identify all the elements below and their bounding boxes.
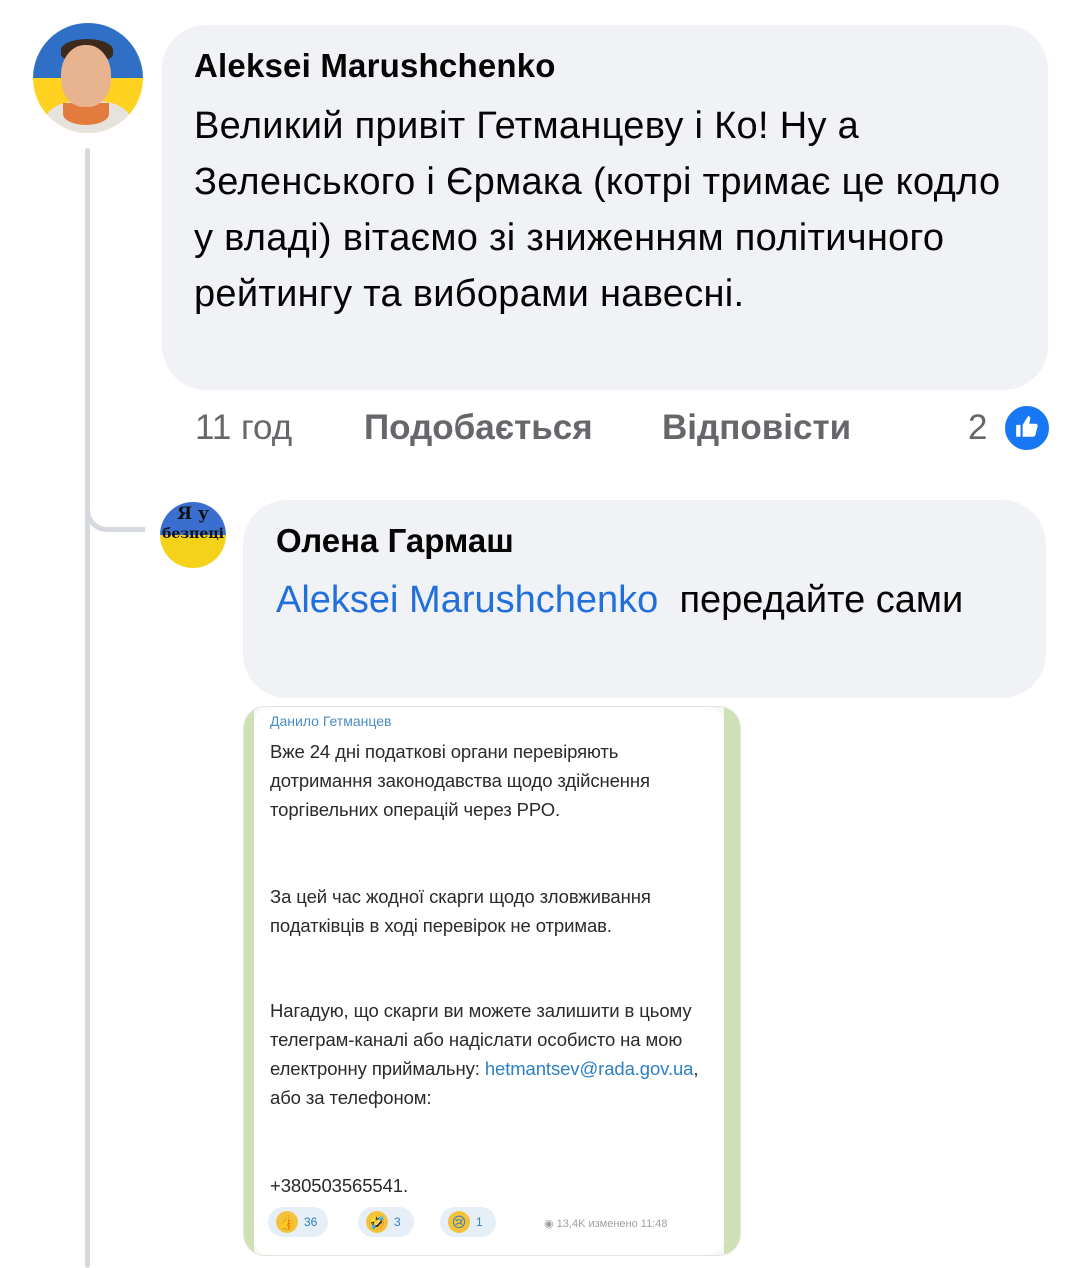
edited-label: изменено 11:48 <box>588 1218 668 1230</box>
avatar-text-line1: Я у <box>177 504 209 524</box>
telegram-meta: ◉ 13,4K изменено 11:48 <box>544 1217 668 1230</box>
reaction-count[interactable]: 2 <box>968 408 987 448</box>
thread-line <box>85 148 90 1268</box>
telegram-email-link: hetmantsev@rada.gov.ua <box>484 1058 694 1079</box>
reply-connector <box>85 480 145 532</box>
thumbs-up-icon <box>1016 416 1038 437</box>
telegram-phone: +380503565541. <box>270 1175 409 1196</box>
reply-author[interactable]: Олена Гармаш <box>276 522 514 560</box>
reply-message: передайте сами <box>679 579 964 621</box>
like-button[interactable]: Подобається <box>364 408 593 448</box>
reaction-thumbs-up: 👍 36 <box>268 1207 328 1237</box>
attached-image[interactable]: Данило Гетманцев Вже 24 дні податкові ор… <box>243 706 741 1256</box>
telegram-paragraph-2: За цей час жодної скарги щодо зловживанн… <box>270 886 651 936</box>
reaction-count: 3 <box>394 1215 401 1229</box>
comment-actions: 11 год Подобається Відповісти 2 <box>0 408 1068 458</box>
chat-background-right <box>724 707 740 1255</box>
laughing-emoji-icon: 🤣 <box>366 1211 388 1233</box>
avatar-text-line2: безпеці <box>162 526 224 542</box>
crying-emoji-icon: 😢 <box>448 1211 470 1233</box>
mention-link[interactable]: Aleksei Marushchenko <box>276 579 658 621</box>
comment-text: Великий привіт Гетманцеву і Ко! Ну а Зел… <box>194 105 1001 315</box>
telegram-paragraph-3: Нагадую, що скарги ви можете залишити в … <box>270 996 718 1112</box>
avatar-face <box>61 45 111 107</box>
reaction-laugh: 🤣 3 <box>358 1207 414 1237</box>
reply-text: Aleksei Marushchenko передайте сами <box>276 572 1016 628</box>
telegram-author: Данило Гетманцев <box>270 713 392 729</box>
comment-author[interactable]: Aleksei Marushchenko <box>194 47 556 85</box>
reaction-count: 1 <box>476 1215 483 1229</box>
views-count: 13,4K <box>556 1218 586 1230</box>
reaction-count: 36 <box>304 1215 318 1229</box>
thumbs-up-emoji-icon: 👍 <box>276 1211 298 1233</box>
like-reaction-icon[interactable] <box>1002 403 1052 453</box>
reply-button[interactable]: Відповісти <box>662 408 851 448</box>
comment-time[interactable]: 11 год <box>195 408 292 448</box>
avatar[interactable] <box>33 23 143 133</box>
eye-icon: ◉ <box>544 1218 554 1230</box>
telegram-paragraph-1: Вже 24 дні податкові органи перевіряють … <box>270 741 650 820</box>
telegram-message: Данило Гетманцев Вже 24 дні податкові ор… <box>254 707 724 1255</box>
reply-avatar[interactable]: Я у безпеці <box>160 502 226 568</box>
reaction-cry: 😢 1 <box>440 1207 496 1237</box>
chat-background-left <box>244 707 254 1255</box>
